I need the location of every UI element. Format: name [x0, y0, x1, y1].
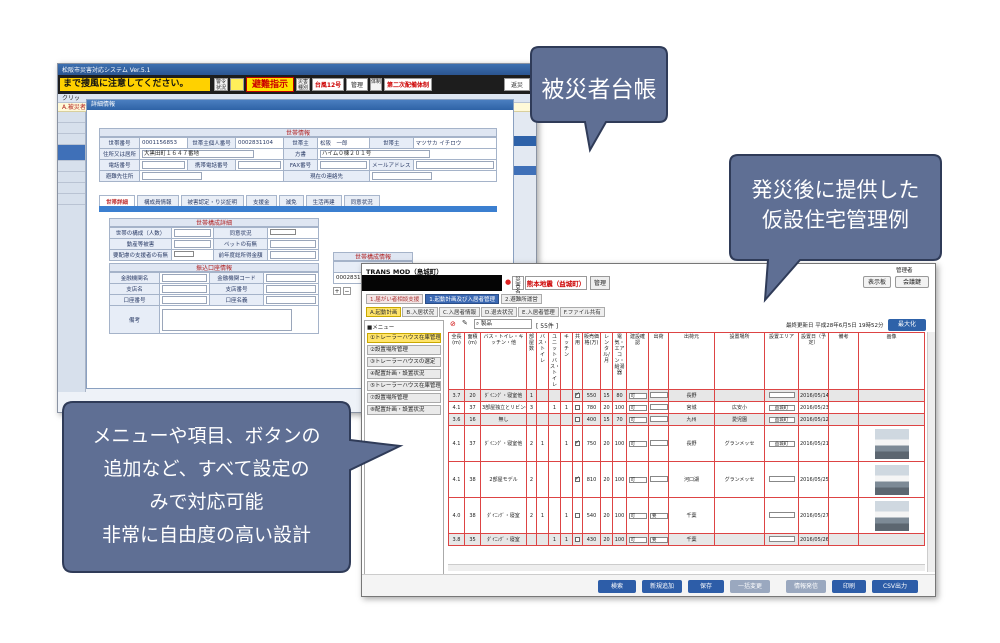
design-callout-line2: 追加など、すべて設定の	[103, 458, 310, 480]
housing-callout-line1: 発災後に提供した	[751, 178, 920, 202]
housing-callout-text: 発災後に提供した 仮設住宅管理例	[730, 175, 941, 235]
design-callout-line4: 非常に自由度の高い設計	[101, 524, 311, 546]
design-callout-line1: メニューや項目、ボタンの	[92, 425, 321, 447]
design-callout-line3: みで対応可能	[149, 491, 264, 513]
victim-ledger-callout-text: 被災者台帳	[541, 77, 657, 103]
design-callout-text: メニューや項目、ボタンの 追加など、すべて設定の みで対応可能 非常に自由度の高…	[63, 420, 350, 552]
housing-callout-line2: 仮設住宅管理例	[762, 208, 909, 232]
